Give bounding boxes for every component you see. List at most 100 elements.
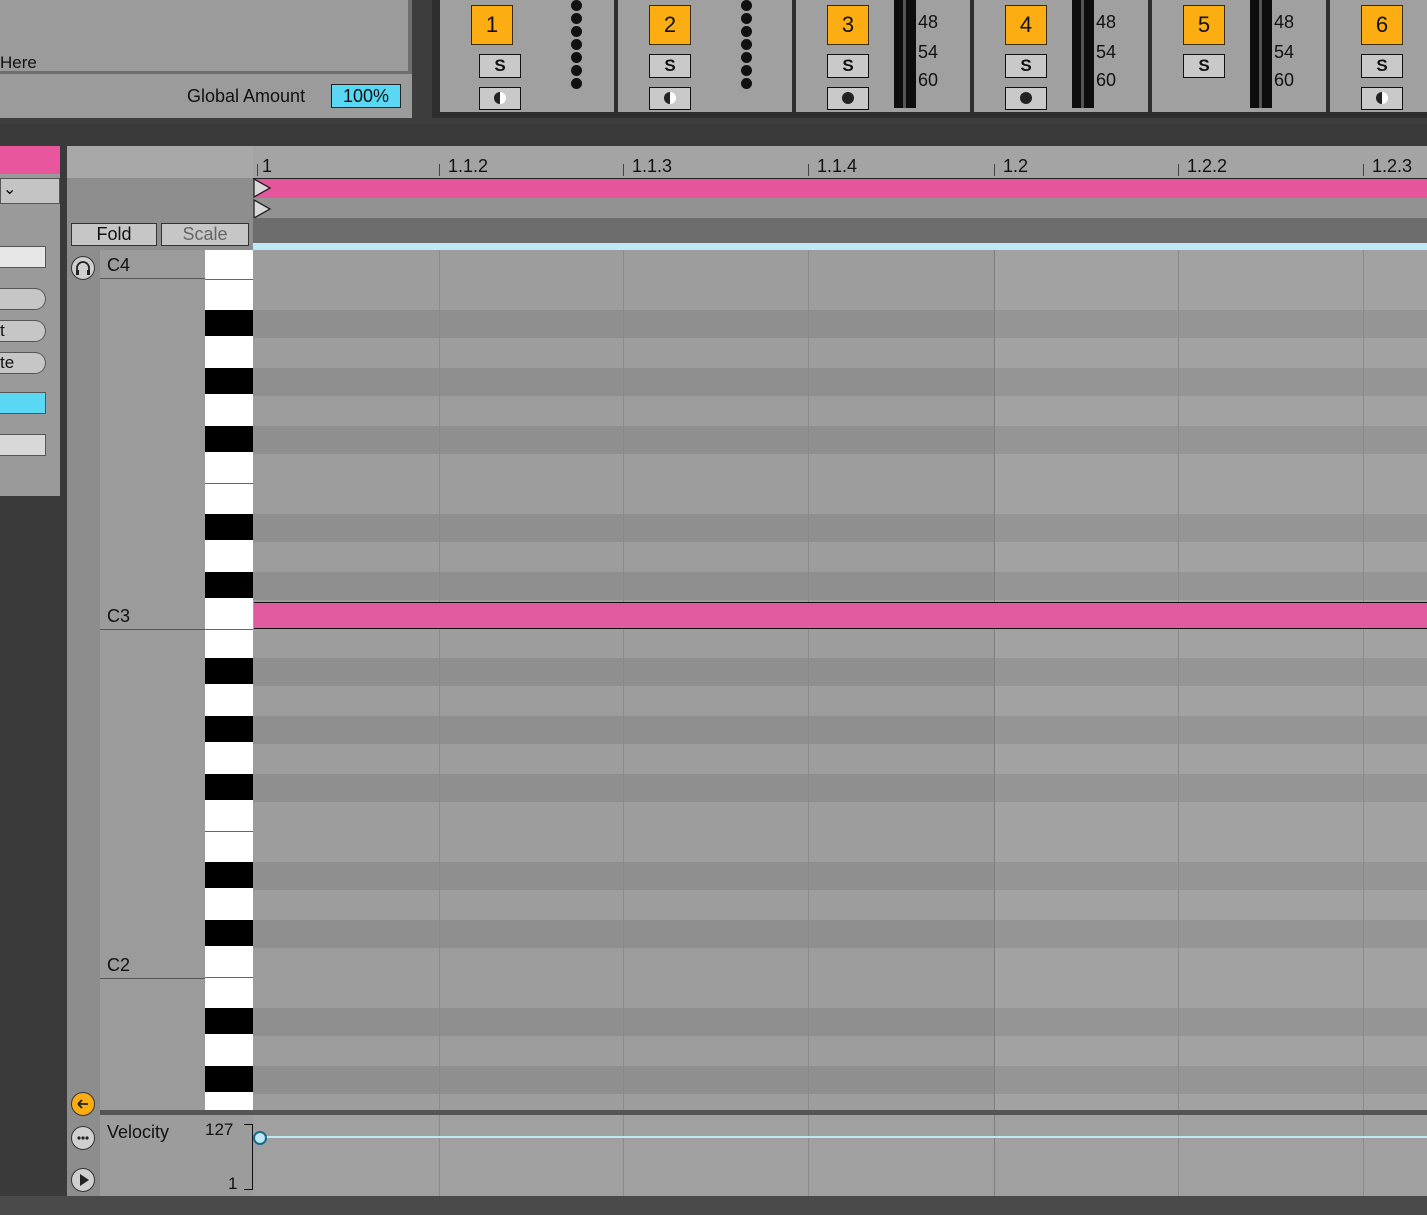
meter-scale-54: 54: [1096, 42, 1117, 62]
velocity-editor-area[interactable]: [253, 1115, 1427, 1196]
meter-scale-54: 54: [1274, 42, 1295, 62]
global-amount-label: Global Amount: [187, 86, 306, 106]
ruler-tick: [257, 164, 258, 176]
chain-3-activator[interactable]: 3: [827, 5, 869, 45]
editor-tool-column: [67, 250, 100, 1196]
clip-toggle-2[interactable]: t: [0, 320, 46, 342]
clip-title-bar[interactable]: [0, 146, 60, 174]
ruler-tick: [994, 164, 995, 176]
chain-3-solo-button[interactable]: S: [827, 54, 869, 78]
octave-label-c4: C4: [107, 255, 131, 275]
fold-lane-button[interactable]: [71, 1092, 95, 1116]
clip-toggle-3[interactable]: te: [0, 352, 46, 374]
ruler-tick: [439, 164, 440, 176]
selection-range-bar: [253, 243, 1427, 250]
editor-header-top: [67, 146, 253, 178]
chain-1[interactable]: 1 S: [440, 0, 614, 112]
octave-label-c2: C2: [107, 955, 131, 975]
velocity-handle[interactable]: [253, 1131, 267, 1145]
octave-divider: [100, 978, 205, 979]
chain-1-solo-button[interactable]: S: [479, 54, 521, 78]
play-lane-button[interactable]: [71, 1168, 95, 1192]
velocity-grid-line: [994, 1115, 995, 1196]
ruler-tick: [1178, 164, 1179, 176]
meter-dots-icon: [741, 0, 753, 91]
meter-scale-60: 60: [1096, 70, 1117, 90]
half-circle-icon: [494, 92, 506, 104]
velocity-axis-tick: [244, 1189, 252, 1190]
meter-scale-48: 48: [918, 12, 939, 32]
more-dots-icon: [77, 1136, 89, 1140]
chain-1-activator[interactable]: 1: [471, 5, 513, 45]
ruler-label: 1.1.4: [817, 156, 858, 176]
clip-toggle-1[interactable]: [0, 288, 46, 310]
global-amount-field[interactable]: 100%: [331, 84, 401, 108]
fold-button[interactable]: Fold: [71, 223, 157, 246]
ruler-tick: [623, 164, 624, 176]
meter-dots-icon: [571, 0, 583, 91]
chain-3-monitor-button[interactable]: [827, 87, 869, 110]
chain-6[interactable]: 6 S: [1330, 0, 1427, 112]
clip-dropdown[interactable]: ⌄: [0, 178, 60, 204]
headphones-icon: [76, 261, 90, 275]
velocity-lane-options-button[interactable]: [71, 1126, 95, 1150]
preview-headphones-button[interactable]: [71, 256, 95, 280]
collapse-arrow-icon: [77, 1099, 88, 1109]
chevron-down-icon: ⌄: [3, 181, 17, 198]
chain-3[interactable]: 3 S 48 54 60: [796, 0, 970, 112]
velocity-min-label: 1: [228, 1174, 238, 1193]
velocity-grid-line: [808, 1115, 809, 1196]
macro-divider-vertical: [408, 0, 412, 74]
level-meter: [894, 0, 916, 108]
velocity-grid-line: [439, 1115, 440, 1196]
piano-keyboard[interactable]: [205, 250, 253, 1110]
velocity-grid-line: [623, 1115, 624, 1196]
ruler-tick: [1363, 164, 1364, 176]
chain-2-activator[interactable]: 2: [649, 5, 691, 45]
chain-4-monitor-button[interactable]: [1005, 87, 1047, 110]
scale-button[interactable]: Scale: [161, 223, 249, 246]
meter-scale-60: 60: [1274, 70, 1295, 90]
velocity-label: Velocity: [107, 1122, 170, 1142]
velocity-grid-line: [1178, 1115, 1179, 1196]
record-dot-icon: [1020, 92, 1032, 104]
clip-value-field[interactable]: [0, 392, 46, 414]
scrub-area[interactable]: [253, 218, 1427, 244]
chain-5[interactable]: 5 S 48 54 60: [1152, 0, 1326, 112]
play-icon: [80, 1174, 89, 1186]
chain-2-solo-button[interactable]: S: [649, 54, 691, 78]
start-marker-icon[interactable]: [253, 178, 273, 220]
ruler-label: 1.1.2: [448, 156, 489, 176]
chain-6-monitor-button[interactable]: [1361, 87, 1403, 110]
ruler-label: 1: [262, 156, 273, 176]
velocity-max-label: 127: [205, 1120, 234, 1139]
level-meter: [1072, 0, 1094, 108]
chain-4-activator[interactable]: 4: [1005, 5, 1047, 45]
chain-2-monitor-button[interactable]: [649, 87, 691, 110]
note-grid[interactable]: [253, 250, 1427, 1110]
chain-4[interactable]: 4 S 48 54 60: [974, 0, 1148, 112]
octave-divider: [100, 629, 205, 630]
chain-5-solo-button[interactable]: S: [1183, 54, 1225, 78]
chain-5-activator[interactable]: 5: [1183, 5, 1225, 45]
chain-1-monitor-button[interactable]: [479, 87, 521, 110]
octave-label-c3: C3: [107, 606, 131, 626]
bottom-scroll-area: [0, 1196, 1427, 1215]
chain-6-solo-button[interactable]: S: [1361, 54, 1403, 78]
marker-lane[interactable]: [253, 198, 1427, 218]
macro-divider: [0, 71, 408, 74]
midi-note-c3[interactable]: [254, 602, 1427, 629]
ruler-label: 1.2: [1003, 156, 1029, 176]
velocity-axis-tick: [244, 1124, 252, 1125]
chain-6-activator[interactable]: 6: [1361, 5, 1403, 45]
meter-scale-60: 60: [918, 70, 939, 90]
chain-4-solo-button[interactable]: S: [1005, 54, 1047, 78]
level-meter: [1250, 0, 1272, 108]
chain-2[interactable]: 2 S: [618, 0, 792, 112]
record-dot-icon: [842, 92, 854, 104]
clip-field[interactable]: [0, 246, 46, 268]
meter-scale-48: 48: [1096, 12, 1117, 32]
loop-brace[interactable]: [253, 178, 1427, 199]
clip-slider[interactable]: [0, 434, 46, 456]
ruler-label: 1.2.2: [1187, 156, 1228, 176]
